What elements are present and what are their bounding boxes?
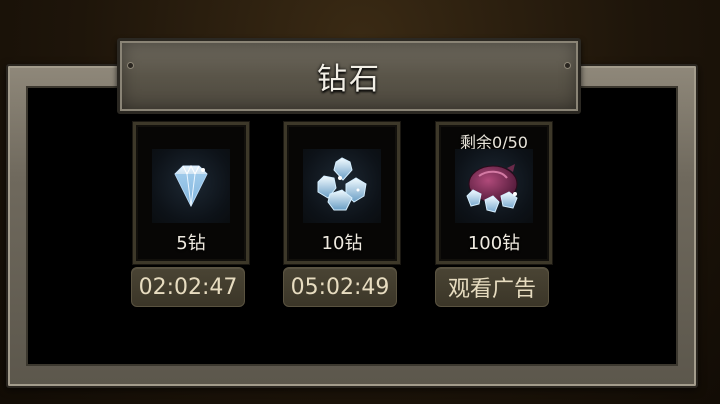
diamond-amount-label: 100钻	[467, 233, 521, 254]
watch-ad-button[interactable]: 观看广告	[435, 267, 549, 307]
diamond-amount-label: 5钻	[176, 233, 206, 254]
diamond-bag-icon	[455, 149, 533, 223]
cooldown-timer-button[interactable]: 05:02:49	[283, 267, 397, 307]
shop-item-100-diamonds[interactable]: 剩余0/50 100钻	[436, 122, 552, 264]
cooldown-timer-button[interactable]: 02:02:47	[131, 267, 245, 307]
shop-item-10-diamonds[interactable]: 10钻	[284, 122, 400, 264]
shop-item-5-diamonds[interactable]: 5钻	[133, 122, 249, 264]
diamond-amount-label: 10钻	[321, 233, 363, 254]
page-title: 钻石	[317, 62, 381, 97]
single-diamond-icon	[152, 149, 230, 223]
diamond-pile-icon	[303, 149, 381, 223]
rivet-icon	[565, 63, 570, 68]
rivet-icon	[128, 63, 133, 68]
title-plate: 钻石	[117, 38, 581, 114]
